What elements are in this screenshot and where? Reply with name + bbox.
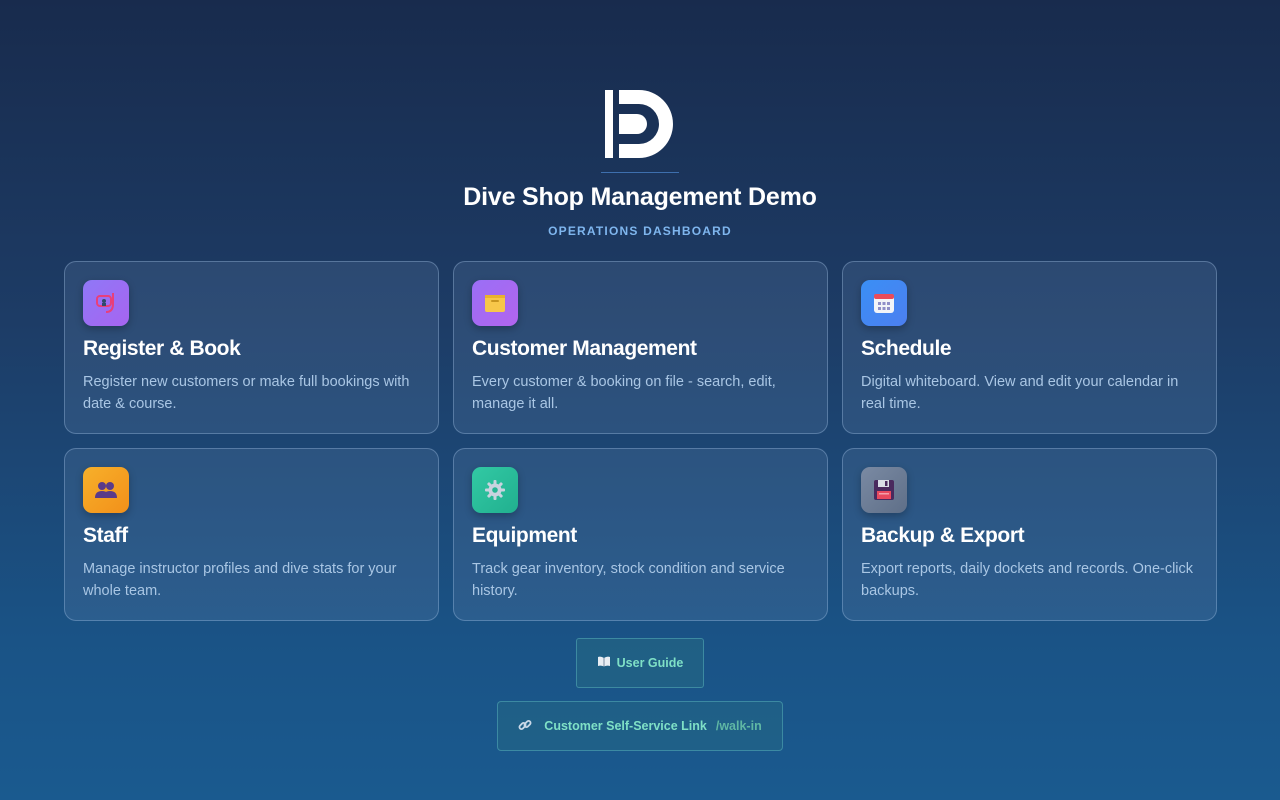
logo-icon (605, 90, 673, 158)
card-description: Register new customers or make full book… (83, 374, 410, 412)
card-backup-export[interactable]: Backup & Export Export reports, daily do… (842, 448, 1217, 621)
card-description: Manage instructor profiles and dive stat… (83, 561, 397, 599)
people-icon (83, 467, 129, 513)
module-grid: Register & Book Register new customers o… (64, 261, 1217, 621)
book-icon (597, 656, 611, 670)
card-staff[interactable]: Staff Manage instructor profiles and div… (64, 448, 439, 621)
dive-mask-icon (83, 280, 129, 326)
page-title: Dive Shop Management Demo (463, 183, 817, 211)
card-description: Export reports, daily dockets and record… (861, 561, 1194, 599)
link-icon (518, 718, 532, 735)
floppy-disk-icon (861, 467, 907, 513)
card-title: Staff (83, 524, 128, 547)
card-title: Register & Book (83, 337, 241, 360)
card-title: Customer Management (472, 337, 697, 360)
card-description: Every customer & booking on file - searc… (472, 374, 776, 412)
self-service-link-button[interactable]: Customer Self-Service Link /walk-in (497, 701, 783, 751)
card-title: Backup & Export (861, 524, 1025, 547)
card-equipment[interactable]: Equipment Track gear inventory, stock co… (453, 448, 828, 621)
card-register-book[interactable]: Register & Book Register new customers o… (64, 261, 439, 434)
gear-icon (472, 467, 518, 513)
user-guide-label: User Guide (616, 656, 684, 670)
card-title: Schedule (861, 337, 952, 360)
logo-divider (601, 172, 679, 173)
self-service-label: Customer Self-Service Link (544, 719, 707, 733)
header: Dive Shop Management Demo OPERATIONS DAS… (0, 84, 1280, 238)
card-title: Equipment (472, 524, 577, 547)
card-schedule[interactable]: Schedule Digital whiteboard. View and ed… (842, 261, 1217, 434)
self-service-path: /walk-in (715, 719, 762, 733)
card-description: Digital whiteboard. View and edit your c… (861, 374, 1179, 412)
card-description: Track gear inventory, stock condition an… (472, 561, 785, 599)
folder-icon (472, 280, 518, 326)
user-guide-button[interactable]: User Guide (576, 638, 704, 688)
card-customer-management[interactable]: Customer Management Every customer & boo… (453, 261, 828, 434)
calendar-icon (861, 280, 907, 326)
page-subtitle: OPERATIONS DASHBOARD (548, 224, 732, 238)
